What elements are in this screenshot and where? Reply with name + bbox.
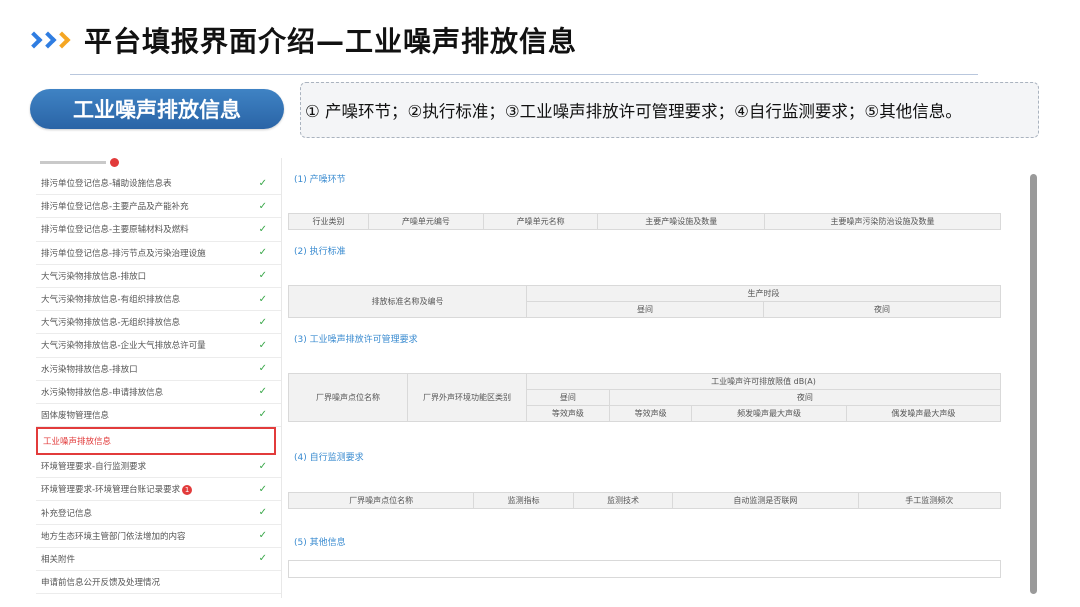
- sidebar-item-label: 相关附件: [41, 554, 76, 565]
- check-icon: ✓: [258, 553, 267, 565]
- sidebar-item-label: 大气污染物排放信息-企业大气排放总许可量: [41, 341, 206, 352]
- sidebar-item[interactable]: 补充登记信息 ✓: [36, 501, 281, 525]
- table-header: 厂界噪声点位名称: [287, 492, 475, 509]
- other-info-box[interactable]: [288, 560, 1001, 578]
- section-title-noise-source: (1) 产噪环节: [294, 175, 346, 185]
- form-panel: (1) 产噪环节 行业类别 产噪单元编号 产噪单元名称 主要产噪设施及数量 主要噪声污染…: [286, 158, 1006, 598]
- check-icon: ✓: [258, 293, 267, 305]
- table-header: 手工监测频次: [857, 492, 1002, 509]
- table-header: 主要噪声污染防治设施及数量: [764, 213, 1001, 230]
- sidebar-item-label: 固体废物管理信息: [41, 410, 110, 421]
- noise-source-table: 行业类别 产噪单元编号 产噪单元名称 主要产噪设施及数量 主要噪声污染防治设施及数量: [287, 213, 1001, 230]
- sidebar-item[interactable]: 排污单位登记信息-主要原辅材料及燃料 ✓: [36, 218, 281, 242]
- sidebar-list: 排污单位登记信息-辅助设施信息表 ✓ 排污单位登记信息-主要产品及产能补充 ✓ 排污单位…: [36, 172, 281, 595]
- check-icon: ✓: [258, 223, 267, 235]
- sidebar-item-label: 排污单位登记信息-主要原辅材料及燃料: [41, 225, 189, 236]
- sidebar-item[interactable]: 固体废物管理信息 ✓: [36, 404, 281, 428]
- table-header: 监测技术: [572, 492, 674, 509]
- table-header: 生产时段: [526, 285, 1001, 302]
- sidebar-item[interactable]: 申请前信息公开反馈及处理情况: [36, 571, 281, 595]
- table-header: 产噪单元名称: [482, 213, 599, 230]
- sidebar-item-label: 申请前信息公开反馈及处理情况: [41, 578, 161, 589]
- notification-badge: 1: [182, 484, 193, 495]
- table-header: 昼间: [526, 389, 610, 406]
- table-header: 频发噪声最大声级: [691, 405, 847, 422]
- sidebar-item[interactable]: 相关附件 ✓: [36, 548, 281, 571]
- sidebar-item-label-wrap: 环境管理要求-环境管理台账记录要求 1: [41, 483, 193, 496]
- sidebar-item-label: 排污单位登记信息-主要产品及产能补充: [41, 202, 189, 213]
- table-header: 主要产噪设施及数量: [597, 213, 766, 230]
- check-icon: ✓: [258, 177, 267, 189]
- sidebar-item[interactable]: 环境管理要求-自行监测要求 ✓: [36, 455, 281, 479]
- description-box: ① 产噪环节；②执行标准；③工业噪声排放许可管理要求；④自行监测要求；⑤其他信息…: [300, 82, 1039, 138]
- table-header: 厂界外声环境功能区类别: [407, 373, 527, 422]
- sidebar: 排污单位登记信息-辅助设施信息表 ✓ 排污单位登记信息-主要产品及产能补充 ✓ 排污单位…: [36, 158, 282, 598]
- sidebar-item-label: 地方生态环境主管部门依法增加的内容: [41, 531, 186, 542]
- table-header: 偶发噪声最大声级: [845, 405, 1002, 422]
- section-title-permit: (3) 工业噪声排放许可管理要求: [294, 335, 418, 345]
- monitoring-table: 厂界噪声点位名称 监测指标 监测技术 自动监测是否联网 手工监测频次: [287, 492, 1002, 509]
- sidebar-item-label: 大气污染物排放信息-有组织排放信息: [41, 295, 181, 306]
- page-header: 平台填报界面介绍—工业噪声排放信息: [25, 18, 578, 62]
- check-icon: ✓: [258, 339, 267, 351]
- check-icon: ✓: [258, 247, 267, 259]
- table-header: 等效声级: [608, 405, 693, 422]
- section-pill: 工业噪声排放信息: [30, 89, 284, 129]
- section-title-other: (5) 其他信息: [294, 538, 346, 548]
- check-icon: ✓: [258, 316, 267, 328]
- sidebar-item-label: 补充登记信息: [41, 508, 93, 519]
- sidebar-item-cut: [36, 158, 281, 172]
- sidebar-item-label: 排污单位登记信息-排污节点及污染治理设施: [41, 248, 206, 259]
- check-icon: ✓: [258, 386, 267, 398]
- check-icon: ✓: [258, 460, 267, 472]
- check-icon: ✓: [258, 530, 267, 542]
- check-icon: ✓: [258, 409, 267, 421]
- permit-table: 厂界噪声点位名称 厂界外声环境功能区类别 工业噪声许可排放限值 dB(A) 昼间…: [288, 373, 1002, 422]
- sidebar-item-label: 工业噪声排放信息: [43, 437, 112, 448]
- scrollbar[interactable]: [1030, 174, 1037, 594]
- check-icon: ✓: [258, 363, 267, 375]
- sidebar-item-label: 水污染物排放信息-排放口: [41, 364, 138, 375]
- sidebar-item[interactable]: 大气污染物排放信息-有组织排放信息 ✓: [36, 288, 281, 312]
- sidebar-item[interactable]: 大气污染物排放信息-企业大气排放总许可量 ✓: [36, 334, 281, 358]
- table-header: 监测指标: [473, 492, 574, 509]
- table-header: 产噪单元编号: [368, 213, 484, 230]
- sidebar-item[interactable]: 水污染物排放信息-排放口 ✓: [36, 358, 281, 381]
- page-title: 平台填报界面介绍—工业噪声排放信息: [84, 25, 578, 58]
- table-header: 夜间: [608, 389, 1002, 406]
- sidebar-item-label: 大气污染物排放信息-排放口: [41, 271, 147, 282]
- check-icon: ✓: [258, 507, 267, 519]
- sidebar-item[interactable]: 地方生态环境主管部门依法增加的内容 ✓: [36, 525, 281, 548]
- sidebar-item[interactable]: 工业噪声排放信息: [36, 427, 276, 456]
- sidebar-item[interactable]: 排污单位登记信息-辅助设施信息表 ✓: [36, 172, 281, 196]
- sidebar-item[interactable]: 水污染物排放信息-申请排放信息 ✓: [36, 381, 281, 404]
- sidebar-item[interactable]: 大气污染物排放信息-排放口 ✓: [36, 265, 281, 288]
- table-header: 厂界噪声点位名称: [288, 373, 408, 422]
- standard-table: 排放标准名称及编号 生产时段 昼间 夜间: [288, 285, 1001, 318]
- sidebar-item[interactable]: 环境管理要求-环境管理台账记录要求 1 ✓: [36, 478, 281, 502]
- section-title-standard: (2) 执行标准: [294, 247, 346, 257]
- sidebar-item-label: 大气污染物排放信息-无组织排放信息: [41, 318, 181, 329]
- sidebar-item-label: 水污染物排放信息-申请排放信息: [41, 387, 164, 398]
- sidebar-item[interactable]: 排污单位登记信息-主要产品及产能补充 ✓: [36, 195, 281, 219]
- chevron-right-icon: [25, 31, 71, 49]
- table-header: 工业噪声许可排放限值 dB(A): [526, 373, 1001, 390]
- sidebar-item-label: 排污单位登记信息-辅助设施信息表: [41, 179, 172, 190]
- section-title-monitoring: (4) 自行监测要求: [294, 453, 364, 463]
- table-header: 自动监测是否联网: [672, 492, 859, 509]
- description-text: ① 产噪环节；②执行标准；③工业噪声排放许可管理要求；④自行监测要求；⑤其他信息…: [305, 102, 962, 121]
- table-header: 昼间: [526, 301, 764, 318]
- table-header: 行业类别: [287, 213, 370, 230]
- title-divider: [70, 74, 978, 75]
- check-icon: ✓: [258, 483, 267, 495]
- table-header: 等效声级: [526, 405, 610, 422]
- sidebar-item-label: 环境管理要求-环境管理台账记录要求: [41, 485, 181, 496]
- check-icon: ✓: [258, 200, 267, 212]
- check-icon: ✓: [258, 270, 267, 282]
- table-header: 排放标准名称及编号: [288, 285, 527, 318]
- sidebar-item[interactable]: 排污单位登记信息-排污节点及污染治理设施 ✓: [36, 242, 281, 265]
- sidebar-item-label: 环境管理要求-自行监测要求: [41, 462, 147, 473]
- sidebar-item[interactable]: 大气污染物排放信息-无组织排放信息 ✓: [36, 311, 281, 335]
- table-header: 夜间: [763, 301, 1001, 318]
